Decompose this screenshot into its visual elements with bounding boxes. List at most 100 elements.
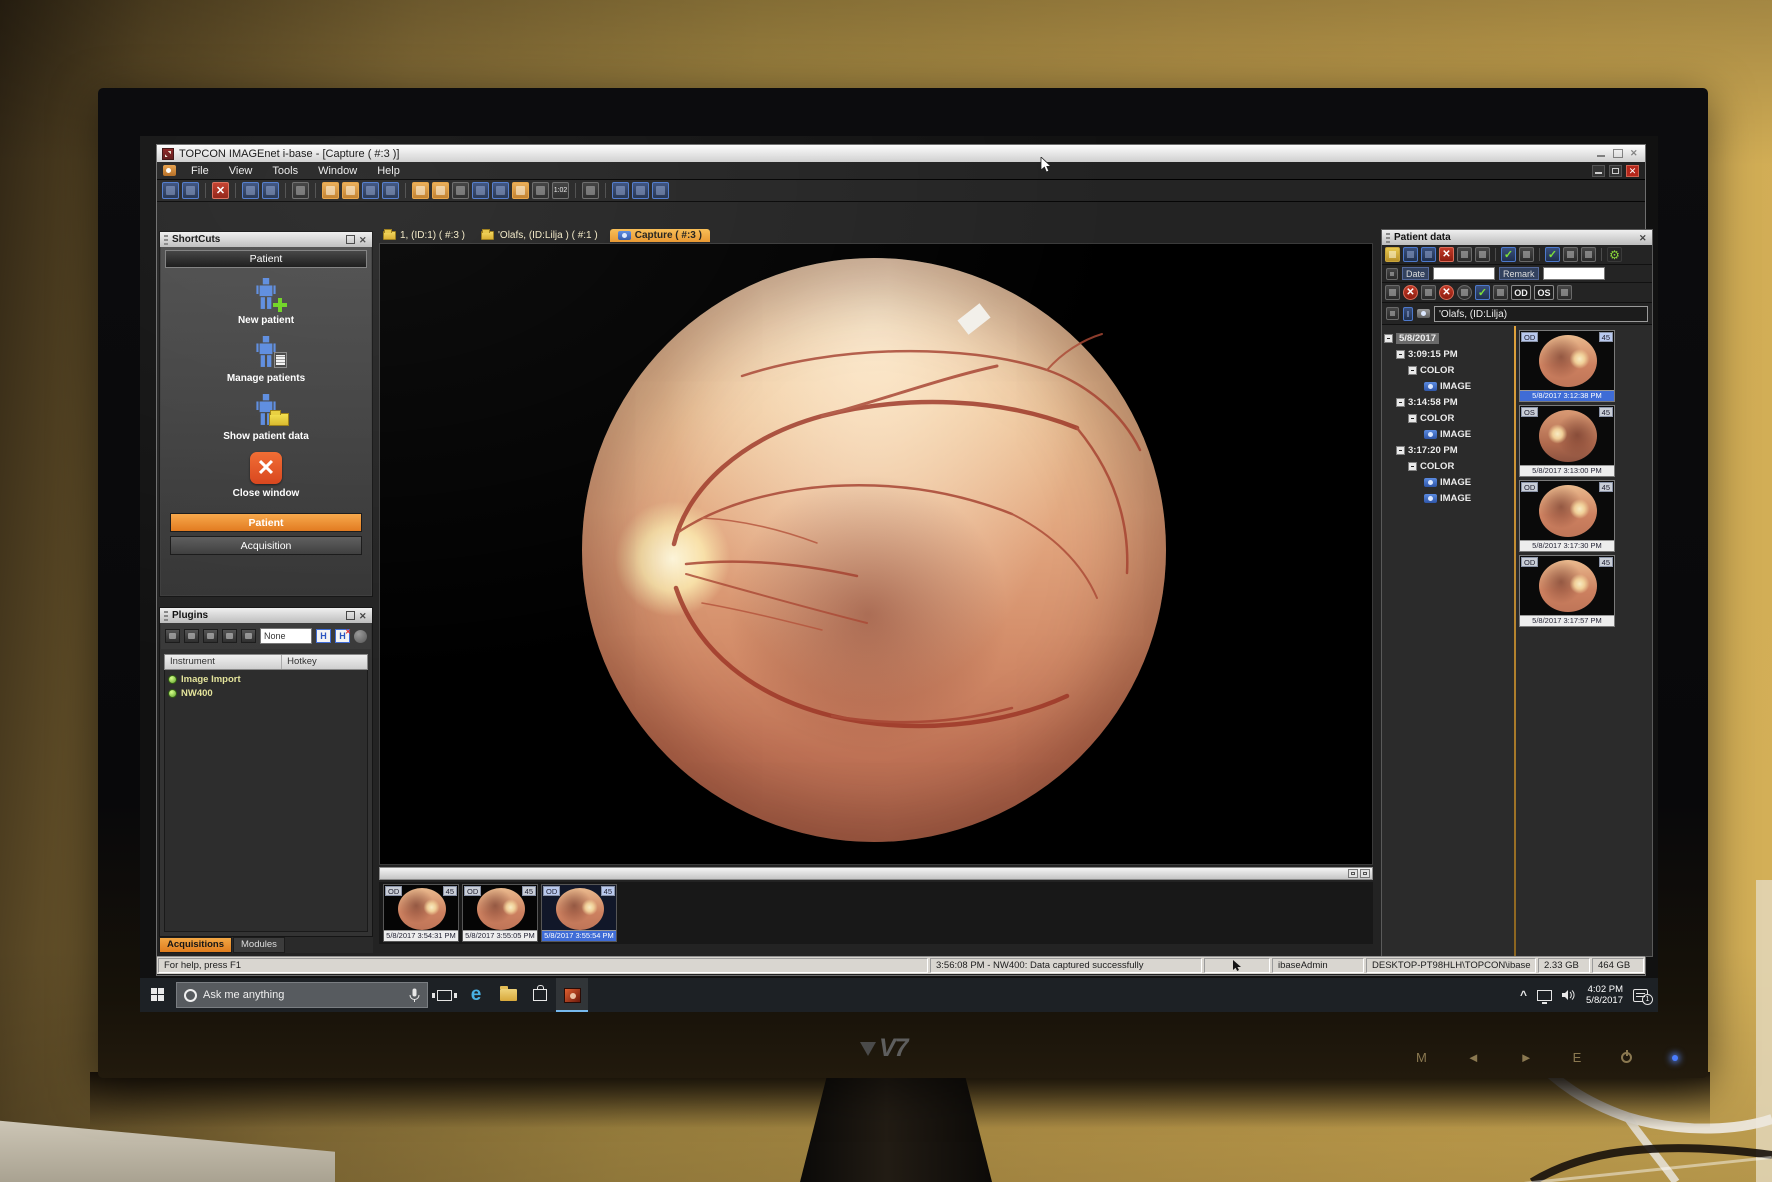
print-icon[interactable] bbox=[1403, 247, 1418, 262]
patient-name-field[interactable]: 'Olafs, (ID:Lilja) bbox=[1434, 306, 1648, 322]
tree-mode-node[interactable]: COLOR bbox=[1384, 410, 1514, 426]
study-thumbnail[interactable]: OS 45 5/8/2017 3:13:00 PM bbox=[1519, 405, 1615, 477]
view-grid-export-icon[interactable] bbox=[382, 182, 399, 199]
monitor-left-button[interactable]: ◄ bbox=[1467, 1050, 1480, 1065]
print-export-icon[interactable] bbox=[262, 182, 279, 199]
mdi-restore-icon[interactable] bbox=[1609, 165, 1622, 177]
report-icon[interactable] bbox=[292, 182, 309, 199]
delete-icon[interactable] bbox=[212, 182, 229, 199]
shortcut-manage-patients[interactable]: Manage patients bbox=[163, 336, 369, 384]
delete-icon[interactable] bbox=[1439, 247, 1454, 262]
tray-chevron-icon[interactable] bbox=[1520, 986, 1527, 1004]
window-new-icon[interactable] bbox=[612, 182, 629, 199]
start-button[interactable] bbox=[140, 978, 176, 1012]
scope-icon[interactable] bbox=[241, 629, 256, 643]
minimize-icon[interactable] bbox=[1596, 149, 1606, 158]
display-tray-icon[interactable] bbox=[1537, 990, 1552, 1001]
window-settings-icon[interactable] bbox=[652, 182, 669, 199]
save-all-icon[interactable] bbox=[182, 182, 199, 199]
cortana-search[interactable]: Ask me anything bbox=[176, 982, 428, 1008]
os-filter-button[interactable] bbox=[1534, 285, 1554, 300]
collapse-icon[interactable] bbox=[1396, 350, 1405, 359]
monitor-exit-button[interactable]: E bbox=[1573, 1050, 1582, 1065]
person-icon[interactable] bbox=[1403, 307, 1413, 321]
tab-acquisitions[interactable]: Acquisitions bbox=[159, 937, 232, 953]
power-icon[interactable] bbox=[1621, 1052, 1632, 1063]
tab-modules[interactable]: Modules bbox=[233, 937, 285, 953]
camera-icon[interactable] bbox=[1417, 309, 1430, 318]
edge-button[interactable] bbox=[460, 978, 492, 1012]
panel-close-icon[interactable] bbox=[1639, 233, 1648, 242]
category-button-patient[interactable]: Patient bbox=[170, 513, 362, 532]
grid-close-icon[interactable] bbox=[1557, 285, 1572, 300]
close-icon[interactable] bbox=[1630, 149, 1640, 158]
collapse-icon[interactable] bbox=[1384, 334, 1393, 343]
maximize-icon[interactable] bbox=[1613, 149, 1623, 158]
tree-time-node[interactable]: 3:17:20 PM bbox=[1384, 442, 1514, 458]
patient-browser-icon[interactable] bbox=[492, 182, 509, 199]
viewer-scrollbar[interactable] bbox=[379, 867, 1373, 880]
tree-time-node[interactable]: 3:09:15 PM bbox=[1384, 346, 1514, 362]
tab-patient-olafs[interactable]: 'Olafs, (ID:Lilja ) ( #:1 ) bbox=[477, 229, 602, 242]
tray-clock[interactable]: 4:02 PM 5/8/2017 bbox=[1586, 984, 1623, 1006]
tree-root-date[interactable]: 5/8/2017 bbox=[1384, 330, 1514, 346]
patient-data-panel-title[interactable]: Patient data bbox=[1382, 230, 1652, 245]
store-button[interactable] bbox=[524, 978, 556, 1012]
pie-icon[interactable] bbox=[1457, 285, 1472, 300]
tree-image-node[interactable]: IMAGE bbox=[1384, 426, 1514, 442]
plugin-row-nw400[interactable]: NW400 bbox=[165, 686, 367, 700]
collapse-icon[interactable] bbox=[1408, 462, 1417, 471]
adjustments-icon[interactable] bbox=[452, 182, 469, 199]
tree-move-icon[interactable] bbox=[1545, 247, 1560, 262]
list-remove-icon[interactable] bbox=[1475, 247, 1490, 262]
study-thumbnail-selected[interactable]: OD 45 5/8/2017 3:12:38 PM bbox=[1519, 330, 1615, 402]
settings-gear-icon[interactable] bbox=[1607, 247, 1622, 262]
collapse-icon[interactable] bbox=[1408, 414, 1417, 423]
cascade-windows-icon[interactable] bbox=[582, 182, 599, 199]
image-viewer[interactable] bbox=[379, 243, 1373, 865]
tab-capture[interactable]: Capture ( #:3 ) bbox=[610, 229, 710, 242]
display-view-icon[interactable] bbox=[532, 182, 549, 199]
remark-filter-input[interactable] bbox=[1543, 267, 1605, 280]
task-view-button[interactable] bbox=[428, 978, 460, 1012]
view-single-icon[interactable] bbox=[342, 182, 359, 199]
tree-mode-node[interactable]: COLOR bbox=[1384, 458, 1514, 474]
menu-tools[interactable]: Tools bbox=[263, 164, 307, 178]
print-icon[interactable] bbox=[242, 182, 259, 199]
folder-open-icon[interactable] bbox=[1385, 247, 1400, 262]
tree-image-node[interactable]: IMAGE bbox=[1384, 378, 1514, 394]
tree-image-node[interactable]: IMAGE bbox=[1384, 490, 1514, 506]
plugins-panel-title[interactable]: Plugins bbox=[160, 608, 372, 623]
od-filter-button[interactable] bbox=[1511, 285, 1531, 300]
panel-float-icon[interactable] bbox=[346, 235, 355, 244]
filter-icon[interactable] bbox=[1386, 268, 1398, 280]
capture-thumbnail-selected[interactable]: OD 45 5/8/2017 3:55:54 PM bbox=[541, 884, 617, 942]
window-pin-icon[interactable] bbox=[632, 182, 649, 199]
more-icon[interactable] bbox=[1581, 247, 1596, 262]
zoom-tool-icon[interactable] bbox=[412, 182, 429, 199]
collapse-icon[interactable] bbox=[1396, 446, 1405, 455]
tree-accept-icon[interactable] bbox=[1501, 247, 1516, 262]
menu-view[interactable]: View bbox=[220, 164, 262, 178]
date-filter-input[interactable] bbox=[1433, 267, 1495, 280]
pane-maximize-icon[interactable] bbox=[1360, 869, 1370, 878]
menu-window[interactable]: Window bbox=[309, 164, 366, 178]
shortcut-show-patient-data[interactable]: Show patient data bbox=[163, 394, 369, 442]
category-button-acquisition[interactable]: Acquisition bbox=[170, 536, 362, 555]
monitor-right-button[interactable]: ► bbox=[1520, 1050, 1533, 1065]
tree-mode-node[interactable]: COLOR bbox=[1384, 362, 1514, 378]
eye-icon[interactable] bbox=[222, 629, 237, 643]
record-icon[interactable] bbox=[354, 630, 367, 643]
collapse-icon[interactable] bbox=[1396, 398, 1405, 407]
globe-icon[interactable] bbox=[1403, 285, 1418, 300]
hotkey-clear-button[interactable]: H bbox=[335, 629, 350, 643]
title-bar[interactable]: TOPCON IMAGEnet i-base - [Capture ( #:3 … bbox=[157, 145, 1645, 162]
panel-float-icon[interactable] bbox=[346, 611, 355, 620]
target-icon[interactable] bbox=[1439, 285, 1454, 300]
wrench-icon[interactable] bbox=[184, 629, 199, 643]
file-explorer-button[interactable] bbox=[492, 978, 524, 1012]
binoculars-icon[interactable] bbox=[1385, 285, 1400, 300]
plugin-tool-icon[interactable] bbox=[432, 182, 449, 199]
layers-icon[interactable] bbox=[1475, 285, 1490, 300]
list-icon[interactable] bbox=[1386, 307, 1399, 320]
